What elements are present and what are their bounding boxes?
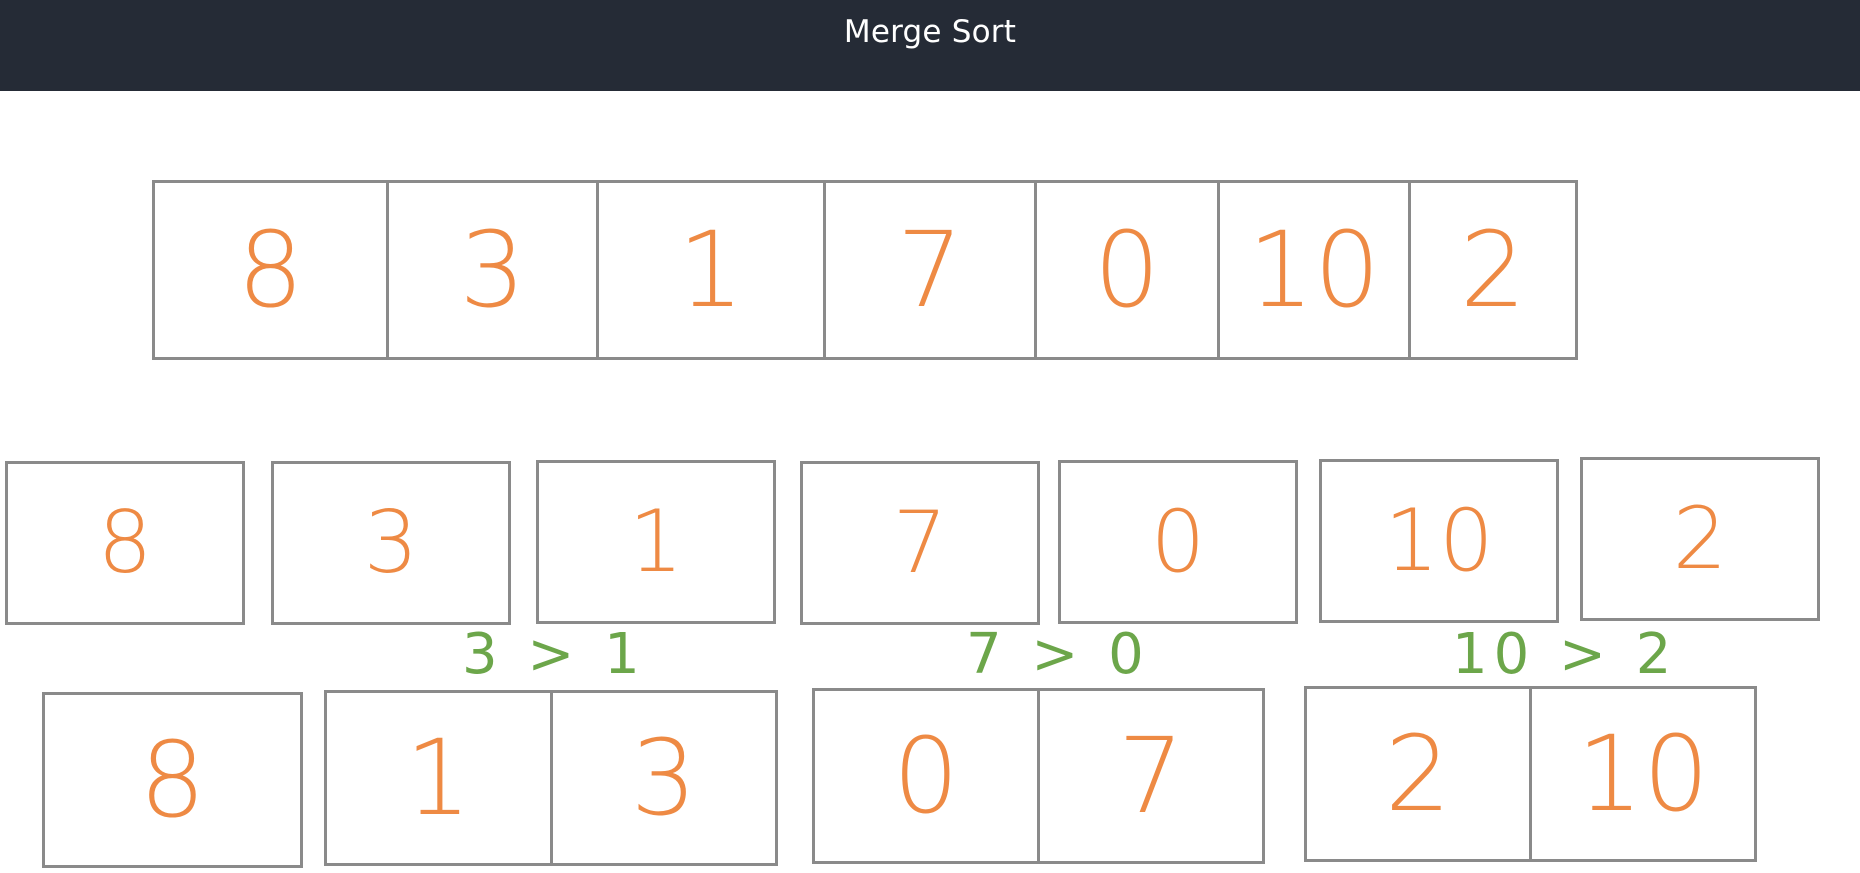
split-box: 3 xyxy=(271,461,511,625)
merged-group: 8 xyxy=(42,692,303,868)
array-cell: 2 xyxy=(1384,713,1452,835)
page-title: Merge Sort xyxy=(843,13,1017,50)
header-bar: Merge Sort xyxy=(0,0,1860,91)
array-cell: 8 xyxy=(139,719,206,841)
array-cell: 3 xyxy=(386,183,596,357)
split-box: 1 xyxy=(536,460,776,624)
comparison-label: 7 > 0 xyxy=(966,622,1150,687)
array-cell: 10 xyxy=(1217,183,1408,357)
split-box: 8 xyxy=(5,461,245,625)
array-cell: 10 xyxy=(1529,689,1754,859)
array-cell: 7 xyxy=(1037,691,1262,861)
array-cell: 1 xyxy=(405,717,472,839)
split-box: 7 xyxy=(800,461,1040,625)
drawing-canvas: 8 3 1 7 0 10 2 8 3 1 7 0 10 2 3 > 1 7 > … xyxy=(0,91,1860,873)
comparison-label: 3 > 1 xyxy=(462,622,646,687)
array-cell: 8 xyxy=(237,209,304,331)
array-cell: 1 xyxy=(596,183,823,357)
array-cell: 3 xyxy=(549,693,776,863)
array-cell: 10 xyxy=(1384,491,1494,591)
array-cell: 2 xyxy=(1672,489,1728,589)
array-cell: 8 xyxy=(97,493,153,593)
split-box: 10 xyxy=(1319,459,1559,623)
array-cell: 7 xyxy=(823,183,1034,357)
original-array: 8 3 1 7 0 10 2 xyxy=(152,180,1578,360)
array-cell: 2 xyxy=(1408,183,1575,357)
array-cell: 0 xyxy=(1150,492,1206,592)
array-cell: 0 xyxy=(892,715,960,837)
split-box: 2 xyxy=(1580,457,1820,621)
merged-group: 1 3 xyxy=(324,690,778,866)
comparison-label: 10 > 2 xyxy=(1452,622,1678,687)
array-cell: 1 xyxy=(628,492,684,592)
array-cell: 7 xyxy=(892,493,948,593)
merged-group: 0 7 xyxy=(812,688,1265,864)
array-cell: 0 xyxy=(1034,183,1217,357)
merged-group: 2 10 xyxy=(1304,686,1757,862)
array-cell: 3 xyxy=(363,493,419,593)
split-box: 0 xyxy=(1058,460,1298,624)
